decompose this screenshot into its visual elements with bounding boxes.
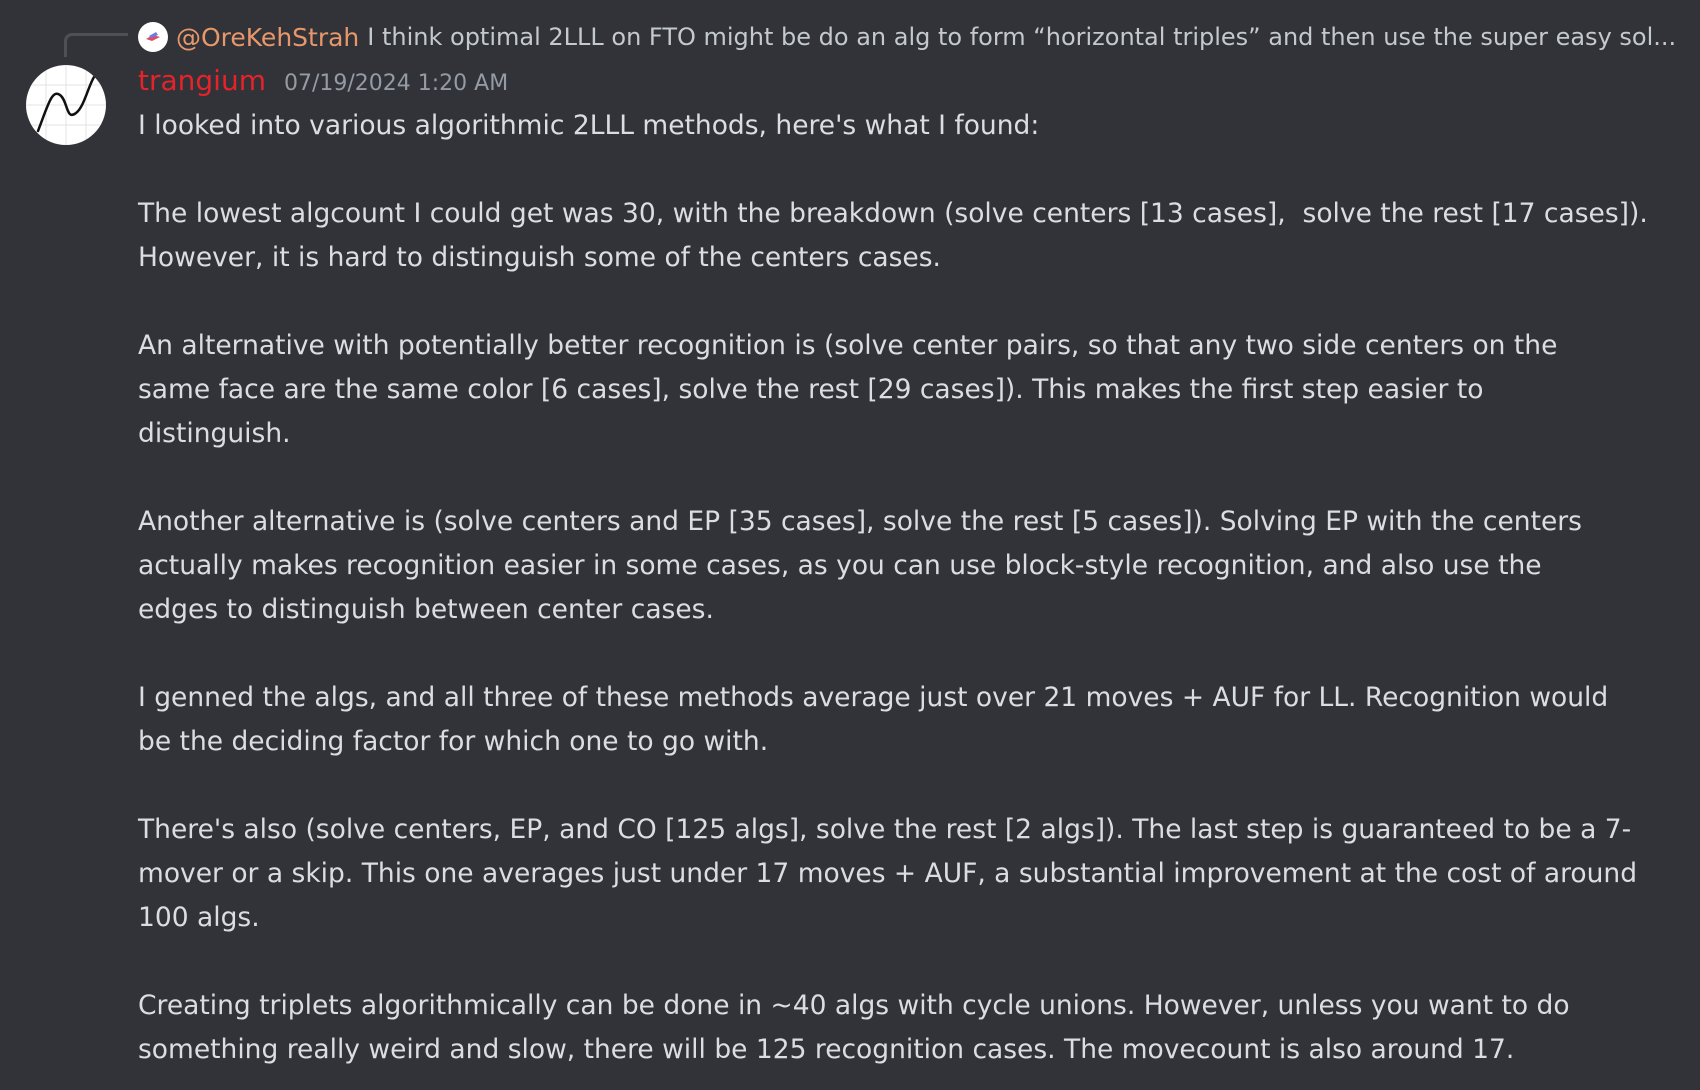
message-paragraph: Another alternative is (solve centers an…	[138, 506, 1582, 625]
reply-avatar[interactable]	[138, 22, 168, 52]
reply-connector	[64, 33, 128, 57]
username[interactable]: trangium	[138, 64, 266, 97]
message-paragraph: Creating triplets algorithmically can be…	[138, 990, 1570, 1065]
reply-preview[interactable]: I think optimal 2LLL on FTO might be do …	[367, 23, 1700, 51]
message-paragraph: There's also (solve centers, EP, and CO …	[138, 814, 1638, 933]
avatar[interactable]	[26, 65, 106, 145]
message-paragraph: I looked into various algorithmic 2LLL m…	[138, 110, 1040, 141]
message-header: trangium 07/19/2024 1:20 AM	[138, 64, 508, 106]
reply-author[interactable]: @OreKehStrah	[176, 23, 359, 52]
avatar-graph-icon	[26, 65, 106, 145]
timestamp[interactable]: 07/19/2024 1:20 AM	[284, 71, 508, 96]
message-content: I looked into various algorithmic 2LLL m…	[138, 104, 1648, 1090]
reply-avatar-icon	[146, 32, 160, 41]
chat-message: @OreKehStrah I think optimal 2LLL on FTO…	[0, 0, 1700, 1090]
message-paragraph: An alternative with potentially better r…	[138, 330, 1558, 449]
reply-reference[interactable]: @OreKehStrah I think optimal 2LLL on FTO…	[138, 19, 1700, 55]
message-paragraph: I genned the algs, and all three of thes…	[138, 682, 1609, 757]
message-paragraph: The lowest algcount I could get was 30, …	[138, 198, 1648, 273]
